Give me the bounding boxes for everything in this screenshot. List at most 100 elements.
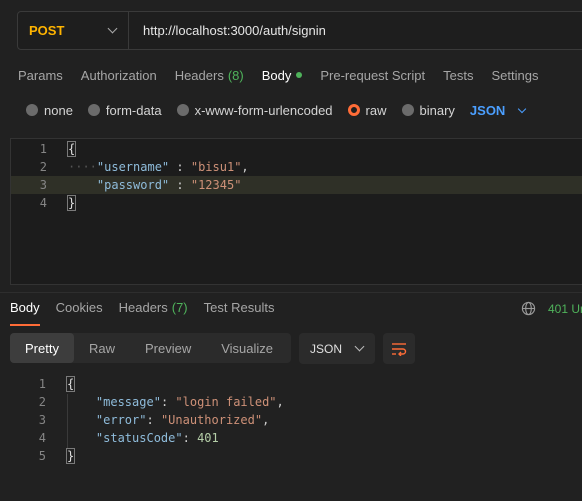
chevron-down-icon xyxy=(518,104,527,113)
tab-settings[interactable]: Settings xyxy=(491,64,538,86)
json-value: "login failed" xyxy=(175,395,277,409)
code-text: } xyxy=(66,195,77,211)
response-status[interactable]: 401 Un xyxy=(548,302,582,316)
line-number: 3 xyxy=(38,413,46,427)
button-label: Visualize xyxy=(221,340,274,356)
response-view-modes: Pretty Raw Preview Visualize xyxy=(10,333,291,363)
tab-label: Test Results xyxy=(203,300,275,315)
json-value: 401 xyxy=(197,431,219,445)
response-tab-body[interactable]: Body xyxy=(10,300,40,326)
line-number: 2 xyxy=(39,160,47,174)
code-line: 4 } xyxy=(11,194,582,212)
view-pretty-button[interactable]: Pretty xyxy=(10,333,74,363)
tab-params[interactable]: Params xyxy=(18,64,63,86)
request-body-editor[interactable]: 1 { 2 ····"username" : "bisu1", 3 "passw… xyxy=(10,138,582,285)
json-key: "error" xyxy=(95,413,147,427)
wrap-lines-icon xyxy=(392,342,407,356)
code-line: 5 } xyxy=(10,447,582,465)
body-option-none[interactable]: none xyxy=(26,103,73,118)
json-key: "message" xyxy=(95,395,161,409)
tab-authorization[interactable]: Authorization xyxy=(81,64,157,86)
request-url-bar: POST xyxy=(17,11,582,50)
response-tab-test-results[interactable]: Test Results xyxy=(204,300,275,326)
tab-label: Params xyxy=(18,67,63,83)
body-option-raw[interactable]: raw xyxy=(347,102,387,118)
request-tabs: Params Authorization Headers (8) Body Pre… xyxy=(18,64,556,86)
view-raw-button[interactable]: Raw xyxy=(74,333,130,363)
option-label: x-www-form-urlencoded xyxy=(194,102,333,118)
close-brace: } xyxy=(65,448,76,464)
method-label: POST xyxy=(29,23,65,38)
code-text: "password" : "12345" xyxy=(96,178,242,192)
tab-pre-request-script[interactable]: Pre-request Script xyxy=(320,64,425,86)
body-type-options: none form-data x-www-form-urlencoded raw… xyxy=(26,101,527,119)
format-label: JSON xyxy=(310,341,343,356)
headers-count: (7) xyxy=(171,300,188,315)
button-label: Pretty xyxy=(25,340,59,356)
tab-label: Cookies xyxy=(55,300,103,315)
line-number: 3 xyxy=(39,178,47,192)
code-text: { xyxy=(66,141,77,157)
tab-label: Pre-request Script xyxy=(320,67,426,83)
code-text: "statusCode": 401 xyxy=(95,431,219,445)
button-label: Preview xyxy=(144,340,192,356)
code-text: "message": "login failed", xyxy=(95,395,284,409)
response-tabs: Body Cookies Headers (7) Test Results xyxy=(10,300,290,326)
raw-format-dropdown[interactable]: JSON xyxy=(470,103,527,118)
radio-icon xyxy=(87,104,100,116)
body-option-form-data[interactable]: form-data xyxy=(87,102,162,118)
url-input[interactable] xyxy=(143,23,563,38)
pane-divider[interactable] xyxy=(0,292,582,293)
code-line: 2 ····"username" : "bisu1", xyxy=(11,158,582,176)
line-number: 5 xyxy=(38,449,46,463)
tab-label: Tests xyxy=(443,67,474,83)
chevron-down-icon xyxy=(107,23,118,34)
indent-guide xyxy=(67,394,68,448)
chevron-down-icon xyxy=(354,341,365,352)
radio-icon xyxy=(401,104,414,116)
globe-icon[interactable] xyxy=(521,301,536,316)
tab-headers[interactable]: Headers (8) xyxy=(175,64,244,86)
option-label: form-data xyxy=(105,102,162,118)
json-key: "password" xyxy=(96,178,170,192)
view-preview-button[interactable]: Preview xyxy=(130,333,206,363)
line-number: 4 xyxy=(38,431,46,445)
option-label: raw xyxy=(365,102,387,118)
body-option-binary[interactable]: binary xyxy=(401,102,455,118)
headers-count: (8) xyxy=(227,67,244,83)
wrap-lines-button[interactable] xyxy=(383,333,415,364)
json-value: "bisu1" xyxy=(190,160,242,174)
line-number: 1 xyxy=(39,142,47,156)
tab-body[interactable]: Body xyxy=(262,64,303,86)
tab-label: Headers xyxy=(118,300,168,315)
json-value: "12345" xyxy=(190,178,242,192)
tab-label: Settings xyxy=(491,67,539,83)
tab-tests[interactable]: Tests xyxy=(443,64,473,86)
response-body-viewer[interactable]: 1 { 2 "message": "login failed", 3 "erro… xyxy=(10,375,582,465)
response-tab-cookies[interactable]: Cookies xyxy=(56,300,103,326)
option-label: none xyxy=(44,102,73,118)
open-brace: { xyxy=(65,376,76,392)
method-dropdown[interactable]: POST xyxy=(18,12,129,49)
open-brace: { xyxy=(66,141,77,157)
response-format-dropdown[interactable]: JSON xyxy=(299,333,375,364)
option-label: binary xyxy=(419,102,455,118)
code-line-active: 3 "password" : "12345" xyxy=(11,176,582,194)
code-text: } xyxy=(65,448,76,464)
radio-icon xyxy=(176,104,189,116)
code-line: 2 "message": "login failed", xyxy=(10,393,582,411)
radio-icon xyxy=(26,104,38,116)
tab-label: Body xyxy=(261,67,292,83)
body-option-urlencoded[interactable]: x-www-form-urlencoded xyxy=(176,102,333,118)
radio-selected-icon xyxy=(347,104,360,116)
json-key: "username" xyxy=(96,160,170,174)
code-text: "error": "Unauthorized", xyxy=(95,413,270,427)
tab-label: Headers xyxy=(174,67,224,83)
line-number: 4 xyxy=(39,196,47,210)
close-brace: } xyxy=(66,195,77,211)
tab-label: Body xyxy=(10,300,40,315)
json-key: "statusCode" xyxy=(95,431,183,445)
code-line: 1 { xyxy=(10,375,582,393)
response-tab-headers[interactable]: Headers (7) xyxy=(119,300,188,326)
view-visualize-button[interactable]: Visualize xyxy=(206,333,288,363)
